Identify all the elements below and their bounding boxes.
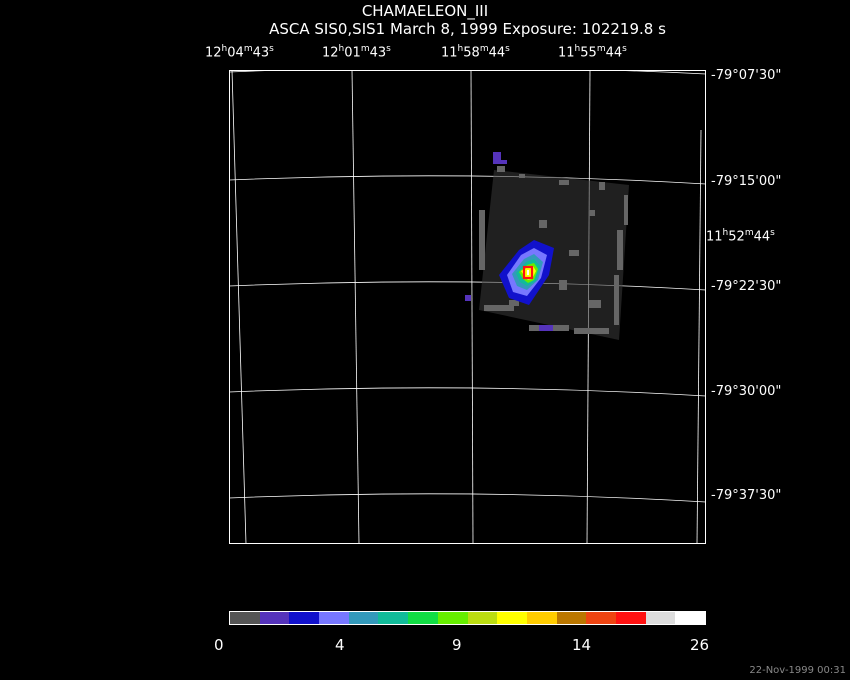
image-subtitle: ASCA SIS0,SIS1 March 8, 1999 Exposure: 1…	[269, 20, 666, 38]
colorbar-swatch	[230, 612, 260, 624]
dec-label-5: -79°37'30"	[711, 488, 782, 503]
colorbar-swatch	[348, 612, 379, 624]
colorbar-swatch	[408, 612, 438, 624]
sky-image-plot	[229, 70, 706, 544]
colorbar-swatch	[586, 612, 616, 624]
colorbar-swatch	[378, 612, 409, 624]
colorbar-swatch	[437, 612, 468, 624]
ra-label-4: 11h55m44s	[558, 44, 627, 61]
dec-label-1: -79°07'30"	[711, 68, 782, 83]
x-ray-source-emission	[465, 152, 629, 340]
colorbar-swatch	[645, 612, 676, 624]
colorbar-swatch	[615, 612, 646, 624]
colorbar-swatch	[497, 612, 527, 624]
timestamp: 22-Nov-1999 00:31	[749, 665, 846, 676]
colorbar-swatch	[319, 612, 349, 624]
dec-label-4: -79°30'00"	[711, 384, 782, 399]
ra-label-1: 12h04m43s	[205, 44, 274, 61]
dec-label-2: -79°15'00"	[711, 174, 782, 189]
colorbar	[229, 611, 706, 625]
colorbar-tick-label: 4	[335, 636, 345, 654]
colorbar-tick-label: 26	[690, 636, 710, 654]
colorbar-swatch	[526, 612, 557, 624]
colorbar-swatch	[675, 612, 705, 624]
plot-frame	[229, 70, 706, 544]
colorbar-swatch	[259, 612, 290, 624]
colorbar-tick-label: 9	[452, 636, 462, 654]
dec-label-3: -79°22'30"	[711, 279, 782, 294]
image-title: CHAMAELEON_III	[361, 2, 489, 20]
colorbar-swatch	[556, 612, 587, 624]
colorbar-swatch	[467, 612, 498, 624]
ra-label-side: 11h52m44s	[706, 228, 775, 245]
colorbar-tick-label: 0	[214, 636, 224, 654]
ra-label-2: 12h01m43s	[322, 44, 391, 61]
coordinate-grid	[229, 70, 706, 544]
colorbar-tick-label: 14	[572, 636, 592, 654]
ra-label-3: 11h58m44s	[441, 44, 510, 61]
colorbar-swatch	[289, 612, 320, 624]
